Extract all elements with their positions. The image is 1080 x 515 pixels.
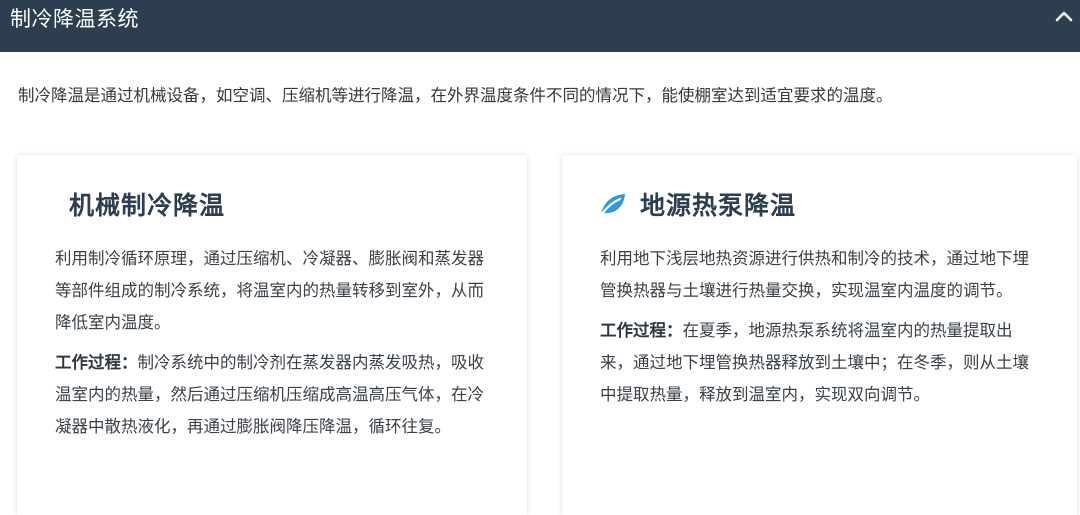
card-description: 利用地下浅层地热资源进行供热和制冷的技术，通过地下埋管换热器与土壤进行热量交换，… xyxy=(600,249,1029,300)
card-ground-source-heat-pump: 地源热泵降温 利用地下浅层地热资源进行供热和制冷的技术，通过地下埋管换热器与土壤… xyxy=(562,155,1077,515)
card-process: 工作过程：在夏季，地源热泵系统将温室内的热量提取出来，通过地下埋管换热器释放到土… xyxy=(600,315,1040,411)
process-label: 工作过程： xyxy=(600,321,683,340)
leaf-icon xyxy=(597,191,627,219)
card-description: 利用制冷循环原理，通过压缩机、冷凝器、膨胀阀和蒸发器等部件组成的制冷系统，将温室… xyxy=(55,249,484,332)
card-mechanical-cooling: 机械制冷降温 利用制冷循环原理，通过压缩机、冷凝器、膨胀阀和蒸发器等部件组成的制… xyxy=(17,155,527,515)
card-body: 利用制冷循环原理，通过压缩机、冷凝器、膨胀阀和蒸发器等部件组成的制冷系统，将温室… xyxy=(55,243,495,451)
card-process: 工作过程：制冷系统中的制冷剂在蒸发器内蒸发吸热，吸收温室内的热量，然后通过压缩机… xyxy=(55,347,495,443)
card-body: 利用地下浅层地热资源进行供热和制冷的技术，通过地下埋管换热器与土壤进行热量交换，… xyxy=(600,243,1040,419)
card-title: 机械制冷降温 xyxy=(69,191,226,220)
card-title: 地源热泵降温 xyxy=(640,191,797,220)
process-label: 工作过程： xyxy=(55,353,138,372)
section-title: 制冷降温系统 xyxy=(10,7,139,31)
chevron-up-icon[interactable] xyxy=(1054,7,1074,27)
section-header[interactable]: 制冷降温系统 xyxy=(0,0,1080,52)
intro-text: 制冷降温是通过机械设备，如空调、压缩机等进行降温，在外界温度条件不同的情况下，能… xyxy=(18,86,893,105)
